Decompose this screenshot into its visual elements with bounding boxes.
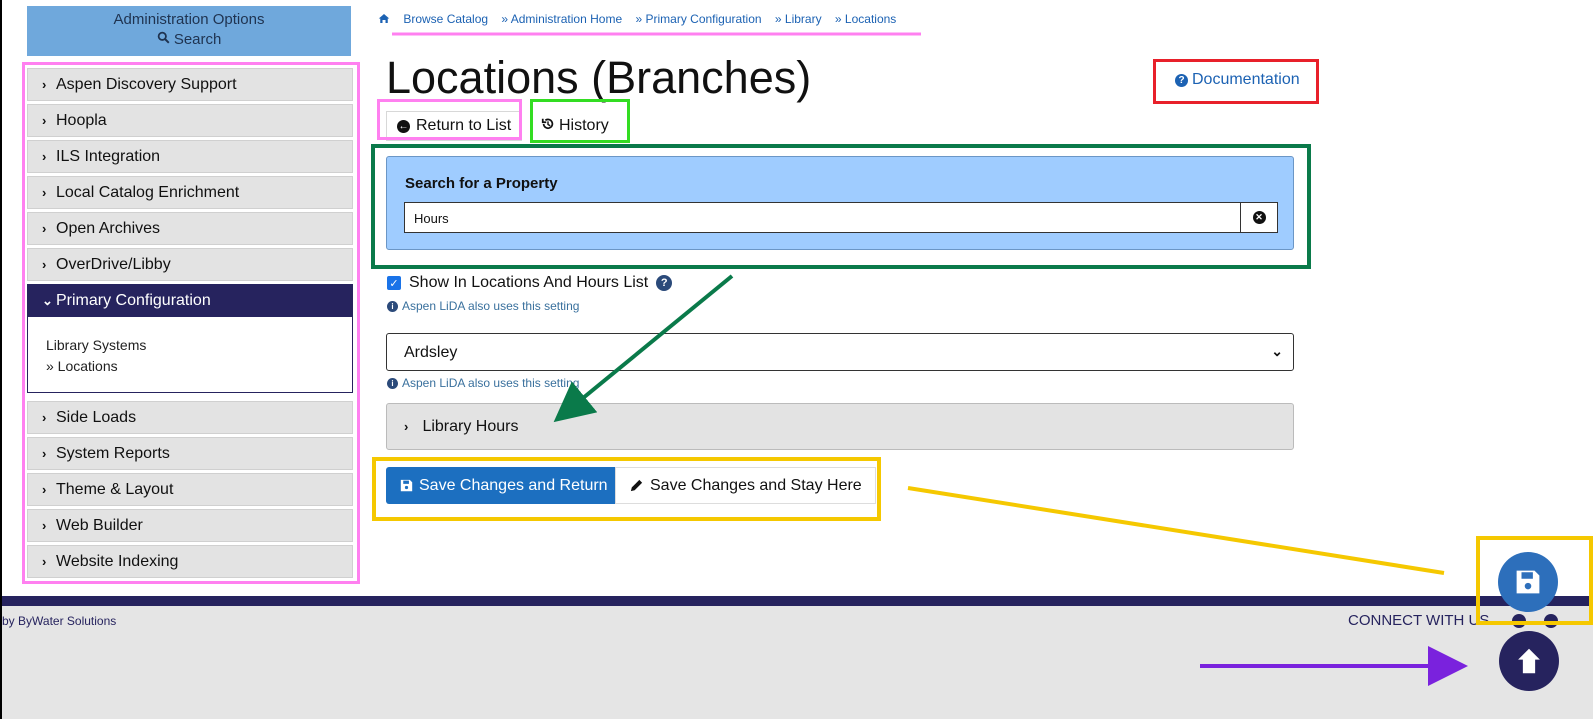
footer-band [2,596,1593,606]
info-icon: i [387,377,398,389]
sidebar-item-label: Local Catalog Enrichment [56,183,240,201]
sidebar-item-label: Side Loads [56,408,137,426]
history-label: History [559,117,609,134]
sidebar-subitem-locations[interactable]: » Locations [46,356,352,377]
breadcrumb: Browse Catalog » Administration Home » P… [378,12,906,26]
search-icon [157,31,174,48]
sidebar-subitem-library-systems[interactable]: Library Systems [46,335,352,356]
chevron-down-icon: ⌄ [1271,343,1283,359]
chevron-right-icon: › [42,446,47,461]
sidebar-item-hoopla[interactable]: › Hoopla [27,104,353,137]
return-to-list-label: Return to List [416,117,512,134]
sidebar-item-label: Web Builder [56,516,143,534]
floating-save-button[interactable] [1498,552,1558,612]
show-in-locations-setting: ✓ Show In Locations And Hours List ? [387,274,673,292]
history-icon [541,117,555,136]
history-button[interactable]: History [530,111,620,141]
documentation-label: Documentation [1192,71,1300,88]
property-search-panel: Search for a Property Hours ✕ [386,156,1294,250]
info-icon: i [387,300,398,312]
lida-note-text: Aspen LiDA also uses this setting [402,299,580,313]
sidebar-item-label: Open Archives [56,219,161,237]
library-hours-accordion[interactable]: › Library Hours [386,403,1294,450]
chevron-right-icon: › [42,185,47,200]
question-icon[interactable]: ? [656,275,673,291]
chevron-right-icon: › [42,113,47,128]
sidebar-item-theme-layout[interactable]: › Theme & Layout [27,473,353,506]
save-icon [1515,569,1541,595]
sidebar-item-overdrive-libby[interactable]: › OverDrive/Libby [27,248,353,281]
lida-note-2: i Aspen LiDA also uses this setting [387,376,579,390]
admin-options-header[interactable]: Administration Options Search [27,6,351,56]
sidebar-item-ils-integration[interactable]: › ILS Integration [27,140,353,173]
sidebar-item-label: System Reports [56,444,170,462]
clear-icon: ✕ [1252,211,1266,224]
breadcrumb-library[interactable]: » Library [775,12,822,26]
sidebar-search-link[interactable]: Search [27,31,351,48]
sidebar-item-label: Aspen Discovery Support [56,75,237,93]
twitter-icon[interactable] [1512,614,1526,628]
property-search-label: Search for a Property [405,175,558,192]
sidebar-item-label: Theme & Layout [56,480,174,498]
chevron-right-icon: › [42,554,47,569]
location-select-value: Ardsley [404,344,458,361]
save-return-label: Save Changes and Return [419,476,608,494]
sidebar-item-open-archives[interactable]: › Open Archives [27,212,353,245]
breadcrumb-locations[interactable]: » Locations [835,12,896,26]
sidebar-item-label: Website Indexing [56,552,179,570]
breadcrumb-administration-home[interactable]: » Administration Home [501,12,622,26]
facebook-icon[interactable] [1544,614,1558,628]
save-stay-label: Save Changes and Stay Here [650,476,862,494]
chevron-right-icon: › [42,221,47,236]
chevron-down-icon: ⌄ [42,292,53,308]
save-icon [400,479,413,492]
search-clear-button[interactable]: ✕ [1240,202,1278,233]
connect-with-us: CONNECT WITH US [1348,612,1490,629]
arrow-up-icon [1515,646,1543,676]
sidebar-item-label: ILS Integration [56,147,161,165]
footer-credit-link[interactable]: by ByWater Solutions [2,614,116,628]
sidebar-item-web-builder[interactable]: › Web Builder [27,509,353,542]
breadcrumb-browse-catalog[interactable]: Browse Catalog [403,12,488,26]
return-to-list-button[interactable]: ← Return to List [386,111,523,141]
admin-sidebar: › Aspen Discovery Support › Hoopla › ILS In… [27,68,353,581]
sidebar-submenu-primary-configuration: Library Systems » Locations [27,317,353,393]
sidebar-item-aspen-discovery-support[interactable]: › Aspen Discovery Support [27,68,353,101]
sidebar-item-system-reports[interactable]: › System Reports [27,437,353,470]
save-changes-and-stay-button[interactable]: Save Changes and Stay Here [615,467,876,504]
sidebar-item-label: Hoopla [56,111,107,129]
sidebar-item-website-indexing[interactable]: › Website Indexing [27,545,353,578]
sidebar-item-primary-configuration[interactable]: ⌄ Primary Configuration [27,284,353,317]
sidebar-item-label: Primary Configuration [56,291,211,309]
chevron-right-icon: › [42,149,47,164]
show-in-locations-checkbox[interactable]: ✓ [387,276,401,290]
save-changes-and-return-button[interactable]: Save Changes and Return [386,467,622,504]
breadcrumb-primary-configuration[interactable]: » Primary Configuration [635,12,761,26]
chevron-right-icon: › [404,419,409,434]
lida-note-text: Aspen LiDA also uses this setting [402,376,580,390]
documentation-link[interactable]: ? Documentation [1175,71,1300,89]
sidebar-item-side-loads[interactable]: › Side Loads [27,401,353,434]
location-select[interactable]: Ardsley ⌄ [386,333,1294,371]
back-to-top-button[interactable] [1499,631,1559,691]
page-title: Locations (Branches) [386,52,812,103]
pencil-icon [629,478,644,493]
library-hours-label: Library Hours [422,418,519,435]
chevron-right-icon: › [42,410,47,425]
footer: by ByWater Solutions CONNECT WITH US [2,606,1593,719]
lida-note-1: i Aspen LiDA also uses this setting [387,299,579,313]
sidebar-item-label: OverDrive/Libby [56,255,171,273]
show-in-locations-label: Show In Locations And Hours List [409,274,649,291]
chevron-right-icon: › [42,518,47,533]
chevron-right-icon: › [42,482,47,497]
chevron-right-icon: › [42,77,47,92]
property-search-input[interactable]: Hours [404,202,1240,233]
sidebar-item-local-catalog-enrichment[interactable]: › Local Catalog Enrichment [27,176,353,209]
admin-options-title: Administration Options [113,11,265,28]
back-arrow-icon: ← [397,119,410,133]
question-icon: ? [1175,73,1188,87]
home-icon [378,12,393,26]
sidebar-search-label: Search [173,31,222,48]
chevron-right-icon: › [42,257,47,272]
